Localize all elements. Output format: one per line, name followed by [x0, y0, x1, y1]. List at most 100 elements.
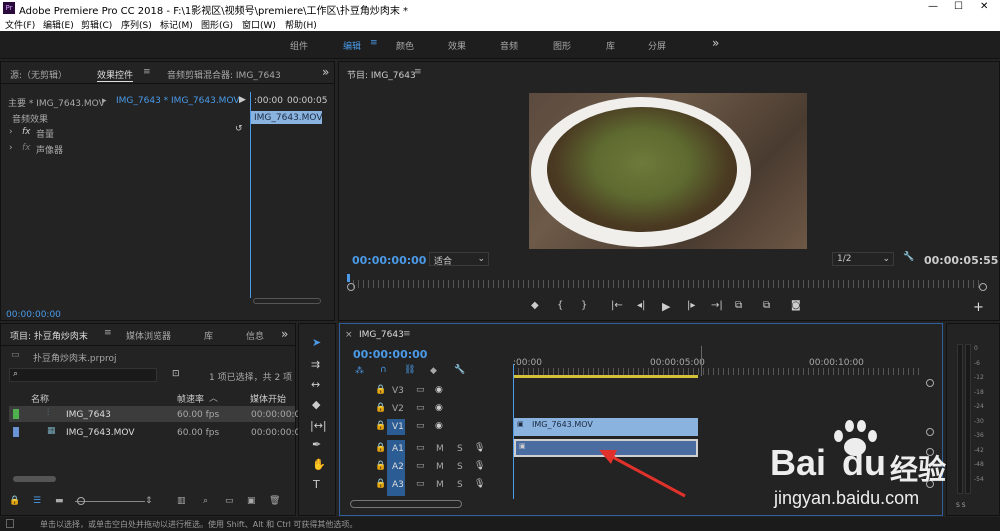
workspace-editing[interactable]: 编辑 — [343, 39, 361, 52]
sync-lock-icon[interactable]: ▭ — [416, 403, 425, 413]
tab-info[interactable]: 信息 — [246, 329, 264, 342]
nest-toggle-icon[interactable]: ⁂ — [355, 366, 364, 376]
workspace-color[interactable]: 颜色 — [396, 39, 414, 52]
solo-button[interactable]: S — [457, 462, 463, 472]
solo-button[interactable]: S — [457, 444, 463, 454]
column-name[interactable]: 名称 — [31, 392, 49, 405]
mute-button[interactable]: M — [436, 444, 444, 454]
eye-icon[interactable]: ◉ — [435, 403, 443, 413]
tab-audio-mixer[interactable]: 音频剪辑混合器: IMG_7643 — [167, 68, 281, 81]
close-sequence-icon[interactable]: × — [345, 330, 353, 340]
add-marker-icon[interactable]: ◆ — [430, 366, 437, 376]
workspace-audio[interactable]: 音频 — [500, 39, 518, 52]
master-clip-label[interactable]: 主要 * IMG_7643.MOV — [8, 96, 105, 109]
column-frame-rate[interactable]: 帧速率 — [177, 392, 204, 405]
sequence-menu-icon[interactable]: ≡ — [403, 329, 411, 339]
lift-icon[interactable]: ⧉ — [735, 300, 742, 311]
fx-volume-icon[interactable]: fx — [22, 127, 31, 137]
menu-window[interactable]: 窗口(W) — [242, 18, 276, 31]
timeline-settings-icon[interactable]: 🔧 — [454, 365, 465, 375]
wrench-icon[interactable]: 🔧 — [903, 252, 914, 262]
menu-help[interactable]: 帮助(H) — [285, 18, 317, 31]
label-color-chip[interactable] — [13, 409, 19, 419]
new-bin-icon[interactable]: ▭ — [225, 496, 234, 506]
track-select-tool-icon[interactable]: ⇉ — [311, 358, 320, 371]
panel-more-icon[interactable]: » — [322, 65, 329, 79]
tab-source[interactable]: 源:（无剪辑） — [10, 68, 67, 81]
zoom-slider-handle[interactable] — [77, 497, 85, 505]
lock-icon[interactable]: 🔒 — [9, 496, 20, 506]
minimize-button[interactable]: — — [928, 1, 938, 12]
tab-project-menu-icon[interactable]: ≡ — [104, 328, 112, 338]
expand-volume-icon[interactable]: › — [9, 127, 13, 137]
camera-icon[interactable]: ◙ — [791, 300, 801, 311]
sync-lock-icon[interactable]: ▭ — [416, 385, 425, 395]
track-label[interactable]: V1 — [392, 422, 404, 432]
sync-lock-icon[interactable]: ▭ — [416, 443, 425, 453]
video-clip[interactable]: ▣ IMG_7643.MOV — [514, 418, 698, 436]
column-media-start[interactable]: 媒体开始 — [250, 392, 286, 405]
hand-tool-icon[interactable]: ✋ — [312, 458, 326, 471]
program-scroll-start[interactable] — [347, 283, 355, 291]
mini-scrollbar[interactable] — [253, 298, 321, 304]
track-label[interactable]: A2 — [392, 462, 404, 472]
panel-more-icon[interactable]: » — [281, 327, 288, 341]
menu-graphics[interactable]: 图形(G) — [201, 18, 233, 31]
automate-icon[interactable]: ▥ — [177, 496, 186, 506]
workspace-assembly[interactable]: 组件 — [290, 39, 308, 52]
go-to-in-icon[interactable]: |← — [611, 300, 623, 311]
sequence-clip-label[interactable]: IMG_7643 * IMG_7643.MOV — [116, 96, 240, 106]
go-to-out-icon[interactable]: →| — [711, 300, 723, 311]
workspace-effects[interactable]: 效果 — [448, 39, 466, 52]
expand-panner-icon[interactable]: › — [9, 143, 13, 153]
timeline-timecode[interactable]: 00:00:00:00 — [353, 348, 427, 361]
sort-icon[interactable]: ⇕ — [145, 496, 153, 506]
project-hscroll[interactable] — [13, 476, 56, 482]
sync-lock-icon[interactable]: ▭ — [416, 479, 425, 489]
project-search-input[interactable]: ⌕ — [9, 368, 157, 382]
workspace-libraries[interactable]: 库 — [606, 39, 615, 52]
workspace-more-icon[interactable]: » — [712, 36, 719, 50]
track-label[interactable]: A1 — [392, 444, 404, 454]
effect-controls-timecode[interactable]: 00:00:00:00 — [6, 310, 61, 320]
type-tool-icon[interactable]: T — [313, 478, 320, 491]
new-item-icon[interactable]: ▣ — [247, 496, 256, 506]
workspace-graphics[interactable]: 图形 — [553, 39, 571, 52]
ripple-edit-tool-icon[interactable]: ↔ — [311, 378, 320, 391]
find-icon[interactable]: ⌕ — [203, 496, 208, 506]
tab-project[interactable]: 项目: 扑豆角炒肉末 — [10, 329, 88, 342]
lock-icon[interactable]: 🔒 — [375, 403, 386, 413]
menu-edit[interactable]: 编辑(E) — [43, 18, 74, 31]
menu-file[interactable]: 文件(F) — [5, 18, 35, 31]
snap-icon[interactable]: ∩ — [380, 365, 387, 375]
mark-out-icon[interactable]: } — [581, 300, 587, 311]
microphone-icon[interactable]: 🎙 — [474, 443, 485, 453]
step-forward-icon[interactable]: |▸ — [687, 300, 695, 311]
mute-button[interactable]: M — [436, 462, 444, 472]
lock-icon[interactable]: 🔒 — [375, 385, 386, 395]
close-button[interactable]: ✕ — [980, 1, 988, 12]
sync-lock-icon[interactable]: ▭ — [416, 461, 425, 471]
menu-clip[interactable]: 剪辑(C) — [81, 18, 112, 31]
program-menu-icon[interactable]: ≡ — [414, 67, 422, 77]
play-icon[interactable]: ▶ — [662, 300, 670, 313]
track-label[interactable]: V3 — [392, 386, 404, 396]
workspace-menu-icon[interactable]: ≡ — [370, 38, 378, 48]
lock-icon[interactable]: 🔒 — [375, 421, 386, 431]
mark-in-icon[interactable]: { — [557, 300, 563, 311]
extract-icon[interactable]: ⧉ — [763, 300, 770, 311]
program-title[interactable]: 节目: IMG_7643 — [347, 68, 416, 81]
step-back-icon[interactable]: ◂| — [637, 300, 645, 311]
resolution-dropdown[interactable]: 1/2 ⌄ — [832, 252, 894, 266]
eye-icon[interactable]: ◉ — [435, 421, 443, 431]
sequence-tab[interactable]: IMG_7643 — [359, 330, 404, 340]
microphone-icon[interactable]: 🎙 — [474, 479, 485, 489]
tab-effect-controls[interactable]: 效果控件 — [97, 68, 134, 82]
timeline-hscroll[interactable] — [350, 500, 462, 508]
timeline-vscroll-top[interactable] — [926, 379, 934, 387]
effect-panner[interactable]: 声像器 — [36, 143, 63, 156]
fx-panner-icon[interactable]: fx — [22, 143, 31, 153]
razor-tool-icon[interactable]: ◆ — [312, 398, 320, 411]
tab-libraries[interactable]: 库 — [204, 329, 213, 342]
solo-button[interactable]: S — [457, 480, 463, 490]
